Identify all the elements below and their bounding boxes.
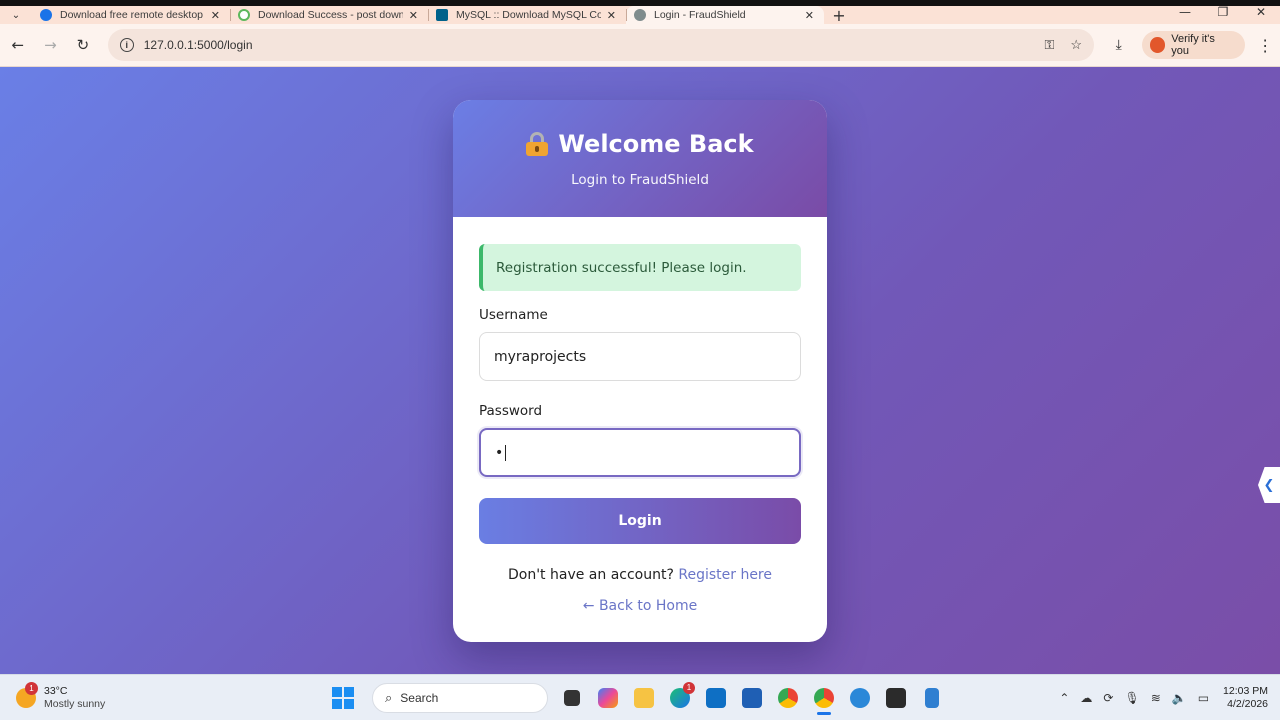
sync-icon[interactable]: ⟳ [1103, 691, 1113, 705]
menu-kebab-icon[interactable]: ⋮ [1251, 36, 1280, 55]
url-text[interactable]: 127.0.0.1:5000/login [144, 38, 1029, 52]
login-button[interactable]: Login [479, 498, 801, 544]
forward-arrow-icon[interactable]: → [36, 30, 66, 60]
onedrive-icon[interactable]: ☁ [1080, 691, 1092, 705]
username-label: Username [479, 307, 548, 323]
volume-icon[interactable]: 🔈 [1172, 691, 1187, 705]
tab-title: Download Success - post down [258, 9, 403, 21]
search-label: Search [400, 690, 439, 705]
avatar [1149, 37, 1166, 53]
tab-favicon-icon [634, 9, 646, 21]
page-title: Welcome Back [558, 130, 754, 158]
system-tray: ⌃ ☁ ⟳ 🎙 ≋ 🔈 ▭ 12:03 PM 4/2/2026 [1048, 685, 1268, 711]
tab-mysql[interactable]: MySQL :: Download MySQL Co ✕ [428, 6, 626, 24]
notepad-icon[interactable] [914, 680, 950, 716]
weather-badge: 1 [25, 681, 38, 695]
wifi-icon[interactable]: ≋ [1151, 691, 1161, 705]
chrome-profile-icon[interactable] [806, 680, 842, 716]
page-title-row: Welcome Back [453, 130, 827, 158]
side-panel-chevron-icon[interactable]: ❮ [1258, 467, 1280, 503]
page-background: Welcome Back Login to FraudShield Regist… [0, 67, 1280, 674]
weather-temp: 33°C [44, 684, 68, 697]
register-link[interactable]: Register here [678, 567, 772, 583]
tab-remote-desktop[interactable]: Download free remote desktop ✕ [32, 6, 230, 24]
download-icon[interactable]: ⤓ [1104, 37, 1133, 53]
tab-close-icon[interactable]: ✕ [409, 9, 418, 22]
clock[interactable]: 12:03 PM 4/2/2026 [1223, 685, 1268, 711]
minimize-icon[interactable]: — [1166, 5, 1204, 19]
tab-download-success[interactable]: Download Success - post down ✕ [230, 6, 428, 24]
microphone-icon[interactable]: 🎙 [1124, 691, 1139, 705]
bookmark-star-icon[interactable]: ☆ [1070, 37, 1082, 53]
copilot-icon[interactable] [590, 680, 626, 716]
browser-toolbar: ← → ↻ i 127.0.0.1:5000/login ⚿ ☆ ⤓ Verif… [0, 24, 1280, 67]
vscode-icon[interactable] [698, 680, 734, 716]
reload-icon[interactable]: ↻ [68, 30, 98, 60]
task-view-icon[interactable] [554, 680, 590, 716]
clock-date: 4/2/2026 [1227, 697, 1268, 710]
tab-close-icon[interactable]: ✕ [607, 9, 616, 22]
tab-favicon-icon [40, 9, 52, 21]
restore-icon[interactable]: ❐ [1204, 5, 1242, 19]
close-window-icon[interactable]: ✕ [1242, 5, 1280, 19]
card-body: Registration successful! Please login. U… [453, 217, 827, 614]
sun-icon: 1 [16, 681, 38, 708]
back-line: ← Back to Home [479, 598, 801, 614]
username-value: myraprojects [494, 348, 587, 365]
login-card: Welcome Back Login to FraudShield Regist… [453, 100, 827, 642]
register-prompt: Don't have an account? [507, 567, 674, 583]
tab-title: Login - FraudShield [654, 9, 746, 21]
password-value: • [495, 444, 504, 461]
tab-login-fraudshield[interactable]: Login - FraudShield ✕ [626, 6, 824, 24]
clock-time: 12:03 PM [1223, 684, 1268, 697]
card-header: Welcome Back Login to FraudShield [453, 100, 827, 217]
tab-title: Download free remote desktop [60, 9, 203, 21]
address-bar[interactable]: i 127.0.0.1:5000/login ⚿ ☆ [107, 29, 1095, 61]
store-icon[interactable] [734, 680, 770, 716]
weather-widget[interactable]: 1 33°C Mostly sunny [16, 681, 316, 711]
page-subtitle: Login to FraudShield [571, 172, 709, 188]
tab-close-icon[interactable]: ✕ [805, 9, 814, 22]
username-field[interactable]: myraprojects [479, 332, 801, 381]
new-tab-button[interactable]: + [824, 6, 854, 25]
success-alert: Registration successful! Please login. [479, 244, 801, 291]
chevron-up-icon[interactable]: ⌃ [1059, 691, 1069, 705]
register-line: Don't have an account? Register here [479, 567, 801, 583]
tab-title: MySQL :: Download MySQL Co [456, 9, 601, 21]
taskbar-search[interactable]: ⌕ Search [372, 682, 548, 713]
taskbar: 1 33°C Mostly sunny ⌕ Search 1 ⌃ ☁ ⟳ 🎙 ≋… [0, 674, 1280, 720]
profile-label: Verify it's you [1171, 33, 1215, 57]
tab-favicon-icon [436, 9, 448, 21]
taskbar-apps: ⌕ Search 1 [332, 680, 950, 716]
password-field[interactable]: • [479, 428, 801, 477]
terminal-icon[interactable] [878, 680, 914, 716]
browser-tabstrip: ⌄ Download free remote desktop ✕ Downloa… [0, 0, 1280, 25]
back-arrow-icon[interactable]: ← [3, 30, 33, 60]
lock-icon [526, 132, 549, 156]
remote-desktop-icon[interactable] [842, 680, 878, 716]
chrome-icon[interactable] [770, 680, 806, 716]
search-icon: ⌕ [385, 689, 393, 705]
key-icon[interactable]: ⚿ [1044, 37, 1054, 53]
edge-icon[interactable]: 1 [662, 680, 698, 716]
file-explorer-icon[interactable] [626, 680, 662, 716]
tab-search-icon[interactable]: ⌄ [0, 6, 32, 24]
weather-condition: Mostly sunny [44, 697, 106, 710]
windows-start-icon[interactable] [332, 686, 354, 709]
text-caret [505, 444, 507, 461]
window-controls: — ❐ ✕ [1166, 0, 1280, 24]
profile-button[interactable]: Verify it's you [1141, 31, 1245, 59]
tab-close-icon[interactable]: ✕ [211, 9, 220, 22]
password-label: Password [479, 403, 543, 419]
back-to-home-link[interactable]: ← Back to Home [583, 598, 697, 614]
site-info-icon[interactable]: i [119, 38, 134, 52]
battery-icon[interactable]: ▭ [1198, 691, 1209, 705]
tab-favicon-icon [238, 9, 250, 21]
